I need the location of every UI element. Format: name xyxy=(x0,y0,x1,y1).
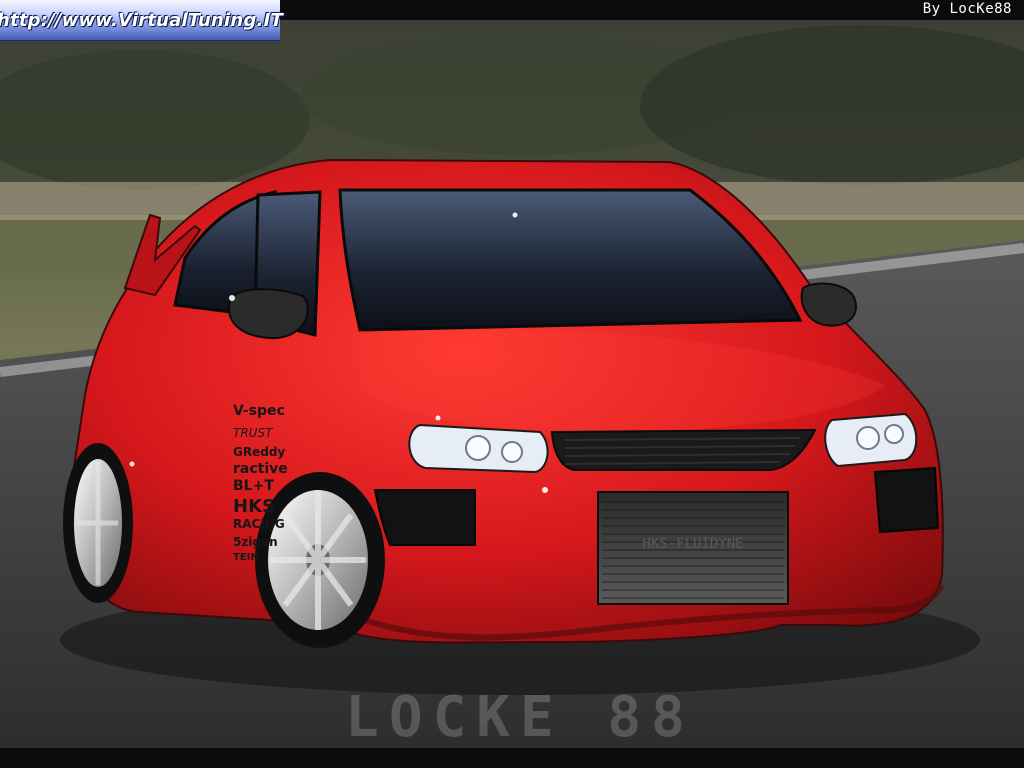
watermark-badge: http://www.VirtualTuning.IT xyxy=(0,0,283,41)
decal-7: RACING xyxy=(233,517,285,531)
right-intake xyxy=(873,466,940,534)
decal-8: 5zigen xyxy=(233,535,278,549)
left-headlight-inner xyxy=(501,441,523,463)
left-headlight-projector xyxy=(465,435,491,461)
rear-left-wheel xyxy=(63,443,133,603)
decal-6: HKS xyxy=(233,496,275,517)
left-mirror xyxy=(228,288,309,340)
decal-5: BL+T xyxy=(233,478,274,494)
car-scene: HKS-FLUIDYNE V-spec TRUST GReddy ractive… xyxy=(0,0,1024,768)
decal-4: ractive xyxy=(233,461,288,477)
intercooler-brand: HKS-FLUIDYNE xyxy=(642,536,743,552)
decal-9: TEIN xyxy=(233,552,259,563)
decal-1: V-spec xyxy=(233,403,285,419)
decal-2: TRUST xyxy=(233,426,274,440)
watermark-text: http://www.VirtualTuning.IT xyxy=(0,9,283,31)
left-intake xyxy=(373,489,476,546)
decal-3: GReddy xyxy=(233,445,285,459)
bottom-letterbox xyxy=(0,748,1024,768)
wallpaper-image: HKS-FLUIDYNE V-spec TRUST GReddy ractive… xyxy=(0,0,1024,768)
author-credit: By LocKe88 xyxy=(922,1,1012,17)
road-signature: LOCKE 88 xyxy=(345,685,695,750)
watermark-inner: http://www.VirtualTuning.IT xyxy=(0,0,283,40)
right-headlight-projector xyxy=(856,426,880,450)
right-headlight-inner xyxy=(884,424,904,444)
